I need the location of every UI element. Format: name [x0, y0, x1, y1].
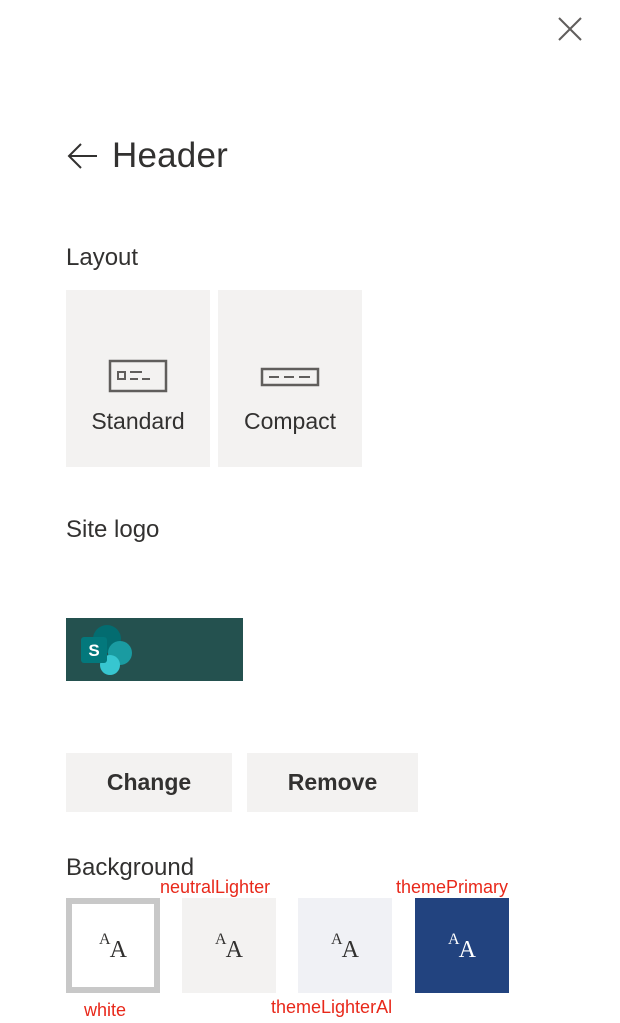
- header-compact-icon: [260, 348, 320, 404]
- layout-options: Standard Compact: [66, 290, 362, 467]
- page-title: Header: [112, 136, 228, 175]
- site-logo-label: Site logo: [66, 516, 160, 543]
- swatch-preview-text: AA: [99, 930, 127, 963]
- back-arrow-icon: [66, 139, 100, 173]
- layout-option-standard[interactable]: Standard: [66, 290, 210, 467]
- layout-label: Layout: [66, 244, 139, 271]
- annotation-neutral-lighter: neutralLighter: [160, 877, 271, 897]
- header-standard-icon: [108, 348, 168, 404]
- close-icon: [558, 17, 582, 41]
- layout-option-label: Standard: [91, 408, 185, 434]
- annotation-theme-lighter-alt: themeLighterAl: [271, 997, 393, 1017]
- background-swatch-neutral-lighter[interactable]: AA: [182, 898, 276, 993]
- background-swatch-theme-lighter-alt[interactable]: AA: [298, 898, 392, 993]
- background-swatch-white[interactable]: AA: [66, 898, 160, 993]
- annotation-white: white: [84, 1000, 127, 1020]
- back-header[interactable]: Header: [66, 134, 228, 178]
- close-button[interactable]: [553, 12, 587, 46]
- swatch-preview-text: AA: [331, 930, 359, 963]
- layout-option-compact[interactable]: Compact: [218, 290, 362, 467]
- swatch-preview-text: AA: [448, 930, 476, 963]
- annotation-theme-primary: themePrimary: [396, 877, 509, 897]
- svg-text:S: S: [88, 641, 99, 660]
- site-logo-preview: S: [66, 618, 243, 681]
- background-swatch-theme-primary[interactable]: AA: [415, 898, 509, 993]
- remove-logo-button[interactable]: Remove: [247, 753, 418, 812]
- sharepoint-logo-icon: S: [81, 625, 132, 675]
- change-logo-button[interactable]: Change: [66, 753, 232, 812]
- layout-option-label: Compact: [243, 408, 337, 434]
- swatch-preview-text: AA: [215, 930, 243, 963]
